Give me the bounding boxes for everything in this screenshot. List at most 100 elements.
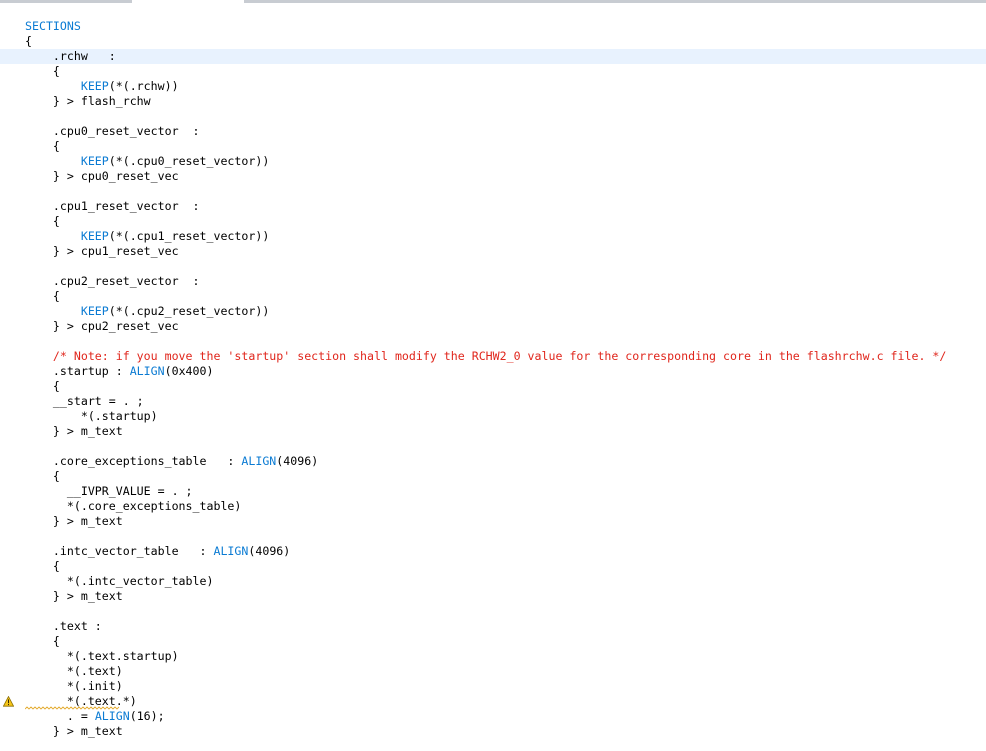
code-line[interactable]: /* Note: if you move the 'startup' secti…	[0, 349, 986, 364]
code-line[interactable]: } > m_text	[0, 589, 986, 604]
code-token: .intc_vector_table :	[25, 544, 214, 558]
code-keyword: KEEP	[80, 79, 109, 93]
code-line[interactable]: {	[0, 634, 986, 649]
code-token: (0x400)	[164, 364, 214, 378]
code-token: } > m_text	[25, 514, 123, 528]
code-token: (4096)	[276, 454, 319, 468]
code-line[interactable]: .rchw :	[0, 49, 986, 64]
code-token: } > m_text	[25, 589, 123, 603]
code-line[interactable]	[0, 184, 986, 199]
code-line[interactable]: *(.core_exceptions_table)	[0, 499, 986, 514]
code-line[interactable]: } > cpu2_reset_vec	[0, 319, 986, 334]
code-token: __start = . ;	[25, 394, 144, 408]
code-keyword: ALIGN	[241, 454, 277, 468]
code-line[interactable]: .text :	[0, 619, 986, 634]
code-line[interactable]: } > cpu0_reset_vec	[0, 169, 986, 184]
code-keyword: KEEP	[80, 154, 109, 168]
code-line[interactable]: KEEP(*(.cpu1_reset_vector))	[0, 229, 986, 244]
code-line[interactable]: *(.intc_vector_table)	[0, 574, 986, 589]
code-line[interactable]: .cpu2_reset_vector :	[0, 274, 986, 289]
code-token: .text :	[25, 619, 102, 633]
code-token: *(.text)	[25, 664, 123, 678]
active-editor-tab[interactable]	[132, 0, 244, 3]
code-line[interactable]: SECTIONS	[0, 19, 986, 34]
code-line[interactable]: } > flash_rchw	[0, 94, 986, 109]
code-token: *(.startup)	[25, 409, 158, 423]
code-line[interactable]: __IVPR_VALUE = . ;	[0, 484, 986, 499]
code-line[interactable]	[0, 529, 986, 544]
code-line[interactable]: .cpu0_reset_vector :	[0, 124, 986, 139]
code-line[interactable]: } > cpu1_reset_vec	[0, 244, 986, 259]
code-token: {	[25, 469, 60, 483]
code-line[interactable]: .startup : ALIGN(0x400)	[0, 364, 986, 379]
code-line[interactable]	[0, 604, 986, 619]
code-line[interactable]: {	[0, 379, 986, 394]
code-line[interactable]: } > m_text	[0, 424, 986, 439]
code-keyword: ALIGN	[94, 709, 130, 723]
code-token: *(.text.startup)	[25, 649, 179, 663]
code-line[interactable]: {	[0, 34, 986, 49]
code-line[interactable]: . = ALIGN(16);	[0, 709, 986, 724]
code-token: {	[25, 559, 60, 573]
code-line[interactable]: .cpu1_reset_vector :	[0, 199, 986, 214]
code-line[interactable]	[0, 439, 986, 454]
code-line[interactable]: {	[0, 64, 986, 79]
code-token: } > m_text	[25, 724, 123, 738]
code-line[interactable]: } > m_text	[0, 724, 986, 739]
code-token: .startup :	[25, 364, 130, 378]
code-line[interactable]: {	[0, 469, 986, 484]
code-line[interactable]: __start = . ;	[0, 394, 986, 409]
code-keyword: ALIGN	[129, 364, 165, 378]
code-token: (*(.cpu1_reset_vector))	[108, 229, 270, 243]
code-line[interactable]: {	[0, 214, 986, 229]
code-line[interactable]	[0, 109, 986, 124]
code-line[interactable]: {	[0, 139, 986, 154]
code-line[interactable]: .core_exceptions_table : ALIGN(4096)	[0, 454, 986, 469]
code-token: . =	[25, 709, 95, 723]
code-token: .core_exceptions_table :	[25, 454, 242, 468]
code-token: } > cpu1_reset_vec	[25, 244, 179, 258]
code-token: {	[25, 214, 60, 228]
code-line[interactable]: *(.startup)	[0, 409, 986, 424]
code-keyword: ALIGN	[213, 544, 249, 558]
warning-icon[interactable]	[3, 696, 14, 707]
code-line[interactable]: KEEP(*(.cpu0_reset_vector))	[0, 154, 986, 169]
code-line[interactable]	[0, 259, 986, 274]
code-line[interactable]: } > m_text	[0, 514, 986, 529]
code-token: } > cpu0_reset_vec	[25, 169, 179, 183]
code-token: } > flash_rchw	[25, 94, 151, 108]
code-comment: /* Note: if you move the 'startup' secti…	[25, 349, 947, 363]
code-token: {	[25, 139, 60, 153]
code-line[interactable]: .intc_vector_table : ALIGN(4096)	[0, 544, 986, 559]
code-token: {	[25, 34, 32, 48]
code-token: {	[25, 634, 60, 648]
code-line[interactable]	[0, 334, 986, 349]
code-token: } > cpu2_reset_vec	[25, 319, 179, 333]
code-line[interactable]: KEEP(*(.cpu2_reset_vector))	[0, 304, 986, 319]
code-token: (*(.rchw))	[108, 79, 179, 93]
code-token: .cpu1_reset_vector :	[25, 199, 200, 213]
code-token: *(.init)	[25, 679, 123, 693]
code-keyword: KEEP	[80, 304, 109, 318]
code-line[interactable]: *(.init)	[0, 679, 986, 694]
code-line[interactable]: *(.text.*)	[0, 694, 986, 710]
code-token: __IVPR_VALUE = . ;	[25, 484, 193, 498]
code-text-area[interactable]: SECTIONS{ .rchw : { KEEP(*(.rchw)) } > f…	[0, 19, 986, 739]
code-line[interactable]: *(.text)	[0, 664, 986, 679]
code-token: {	[25, 289, 60, 303]
code-line[interactable]: *(.text.startup)	[0, 649, 986, 664]
editor-tab-strip	[0, 0, 986, 3]
code-line[interactable]: {	[0, 559, 986, 574]
code-keyword: KEEP	[80, 229, 109, 243]
code-token: } > m_text	[25, 424, 123, 438]
code-line[interactable]: KEEP(*(.rchw))	[0, 79, 986, 94]
code-token: (16);	[129, 709, 165, 723]
code-token: .cpu0_reset_vector :	[25, 124, 200, 138]
code-editor[interactable]: SECTIONS{ .rchw : { KEEP(*(.rchw)) } > f…	[0, 0, 986, 751]
code-token: .rchw :	[25, 49, 116, 63]
code-line[interactable]: {	[0, 289, 986, 304]
